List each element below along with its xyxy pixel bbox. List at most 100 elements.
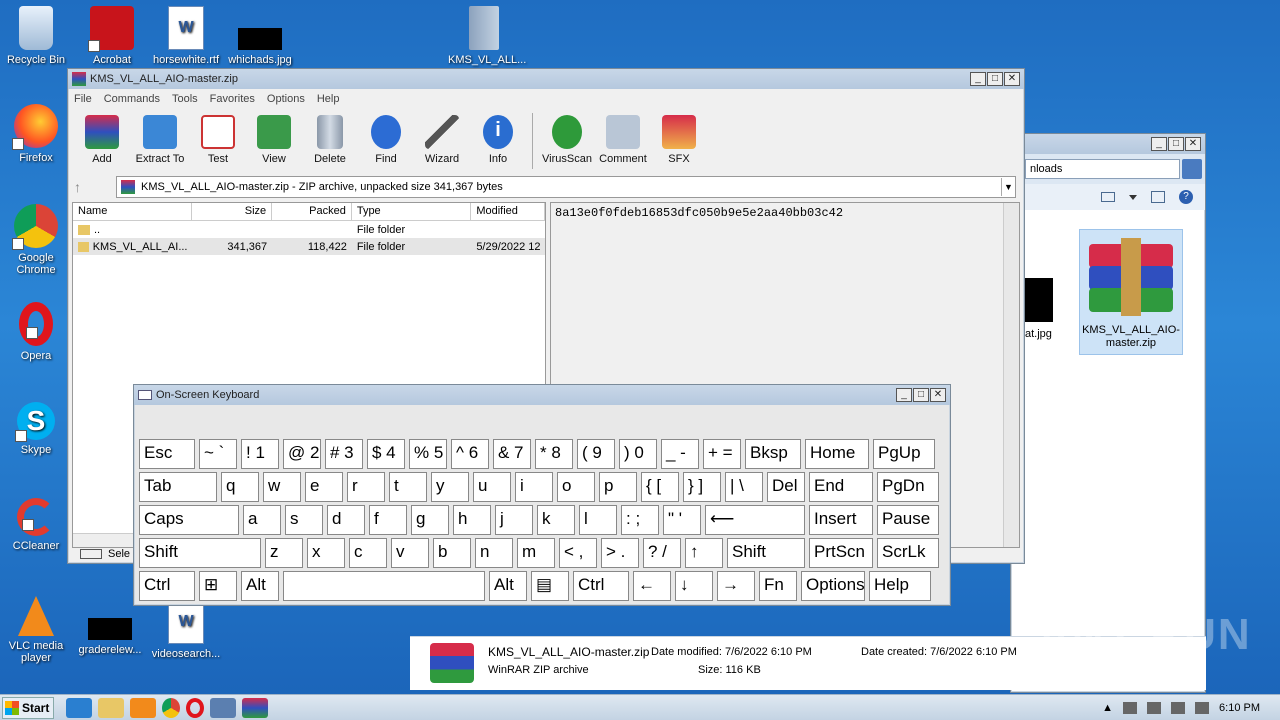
key-1-12[interactable]: } ] (683, 472, 721, 502)
volume-icon[interactable] (1171, 701, 1186, 714)
key-2-9[interactable]: l (579, 505, 617, 535)
key-3-4[interactable]: v (391, 538, 429, 568)
key-1-9[interactable]: o (557, 472, 595, 502)
preview-pane-icon[interactable] (1151, 191, 1165, 203)
key-0-10[interactable]: ( 9 (577, 439, 615, 469)
key-2-5[interactable]: g (411, 505, 449, 535)
key-0-11[interactable]: ) 0 (619, 439, 657, 469)
winrar-icon[interactable] (242, 697, 268, 718)
menu-commands[interactable]: Commands (104, 93, 160, 105)
key-3-13[interactable]: PrtScn (809, 538, 873, 568)
key-2-11[interactable]: " ' (663, 505, 701, 535)
desktop-icon-vlc[interactable]: VLC media player (0, 596, 72, 664)
dropdown-arrow-icon[interactable]: ▼ (1001, 178, 1015, 196)
key-3-10[interactable]: ? / (643, 538, 681, 568)
desktop-icon-recycle-bin[interactable]: Recycle Bin (0, 6, 72, 66)
key-2-4[interactable]: f (369, 505, 407, 535)
key-3-6[interactable]: n (475, 538, 513, 568)
desktop-icon-ccleaner[interactable]: CCleaner (0, 498, 72, 552)
key-2-13[interactable]: Insert (809, 505, 873, 535)
desktop-icon-graderelew[interactable]: graderelew... (74, 600, 146, 656)
key-2-7[interactable]: j (495, 505, 533, 535)
wizard-button[interactable]: Wizard (414, 113, 470, 165)
key-3-5[interactable]: b (433, 538, 471, 568)
key-0-12[interactable]: _ - (661, 439, 699, 469)
table-row[interactable]: KMS_VL_ALL_AI... 341,367 118,422 File fo… (73, 238, 545, 255)
key-3-12[interactable]: Shift (727, 538, 805, 568)
close-button[interactable]: ✕ (930, 388, 946, 402)
desktop-icon-videosearch[interactable]: W videosearch... (150, 600, 222, 660)
network-icon[interactable] (1147, 701, 1162, 714)
key-2-0[interactable]: Caps (139, 505, 239, 535)
menu-options[interactable]: Options (267, 93, 305, 105)
key-1-15[interactable]: End (809, 472, 873, 502)
desktop-icon-horsewhite[interactable]: W horsewhite.rtf (150, 6, 222, 66)
key-4-4[interactable]: Alt (489, 571, 527, 601)
search-input[interactable]: nloads (1025, 159, 1180, 179)
key-2-3[interactable]: d (327, 505, 365, 535)
comment-button[interactable]: Comment (595, 113, 651, 165)
key-3-11[interactable]: ↑ (685, 538, 723, 568)
flag-icon[interactable] (1123, 701, 1138, 714)
key-1-16[interactable]: PgDn (877, 472, 939, 502)
image-thumbnail[interactable] (1025, 278, 1053, 322)
key-1-8[interactable]: i (515, 472, 553, 502)
desktop-icon-skype[interactable]: S Skype (0, 402, 72, 456)
key-1-10[interactable]: p (599, 472, 637, 502)
desktop-icon-kms-folder[interactable]: KMS_VL_ALL... (448, 6, 526, 66)
key-1-11[interactable]: { [ (641, 472, 679, 502)
key-0-0[interactable]: Esc (139, 439, 195, 469)
minimize-button[interactable]: _ (896, 388, 912, 402)
key-0-7[interactable]: ^ 6 (451, 439, 489, 469)
table-row[interactable]: .. File folder (73, 221, 545, 238)
info-button[interactable]: i Info (470, 113, 526, 165)
column-name[interactable]: Name (73, 203, 193, 220)
key-3-0[interactable]: Shift (139, 538, 261, 568)
maximize-button[interactable]: □ (913, 388, 929, 402)
key-4-0[interactable]: Ctrl (139, 571, 195, 601)
add-button[interactable]: Add (74, 113, 130, 165)
start-button[interactable]: Start (2, 696, 54, 719)
explorer-icon[interactable] (98, 697, 124, 718)
key-1-14[interactable]: Del (767, 472, 805, 502)
up-arrow-icon[interactable]: ↑ (74, 179, 114, 195)
key-1-5[interactable]: t (389, 472, 427, 502)
key-3-9[interactable]: > . (601, 538, 639, 568)
column-size[interactable]: Size (192, 203, 273, 220)
key-1-6[interactable]: y (431, 472, 469, 502)
media-player-icon[interactable] (130, 697, 156, 718)
search-icon[interactable] (1182, 159, 1202, 179)
opera-icon[interactable] (186, 697, 204, 718)
key-1-1[interactable]: q (221, 472, 259, 502)
key-0-8[interactable]: & 7 (493, 439, 531, 469)
desktop-icon-firefox[interactable]: Firefox (0, 104, 72, 164)
chevron-up-icon[interactable]: ▲ (1102, 702, 1113, 714)
key-0-15[interactable]: Home (805, 439, 869, 469)
help-icon[interactable]: ? (1179, 190, 1193, 204)
find-button[interactable]: Find (358, 113, 414, 165)
key-2-1[interactable]: a (243, 505, 281, 535)
virusscan-button[interactable]: VirusScan (539, 113, 595, 165)
minimize-button[interactable]: _ (1151, 137, 1167, 151)
key-2-10[interactable]: : ; (621, 505, 659, 535)
ie-icon[interactable] (66, 697, 92, 718)
desktop-icon-acrobat[interactable]: Acrobat (76, 6, 148, 66)
on-screen-keyboard-icon[interactable] (210, 697, 236, 718)
maximize-button[interactable]: □ (1168, 137, 1184, 151)
key-0-13[interactable]: + = (703, 439, 741, 469)
key-4-1[interactable]: ⊞ (199, 571, 237, 601)
key-1-0[interactable]: Tab (139, 472, 217, 502)
key-0-1[interactable]: ~ ` (199, 439, 237, 469)
close-button[interactable]: ✕ (1185, 137, 1201, 151)
key-2-2[interactable]: s (285, 505, 323, 535)
desktop-icon-opera[interactable]: Opera (0, 302, 72, 362)
key-0-4[interactable]: # 3 (325, 439, 363, 469)
key-4-7[interactable]: ← (633, 571, 671, 601)
key-4-2[interactable]: Alt (241, 571, 279, 601)
menu-help[interactable]: Help (317, 93, 340, 105)
key-4-9[interactable]: → (717, 571, 755, 601)
column-packed[interactable]: Packed (272, 203, 352, 220)
key-1-3[interactable]: e (305, 472, 343, 502)
key-2-12[interactable]: ⟵ (705, 505, 805, 535)
test-button[interactable]: Test (190, 113, 246, 165)
